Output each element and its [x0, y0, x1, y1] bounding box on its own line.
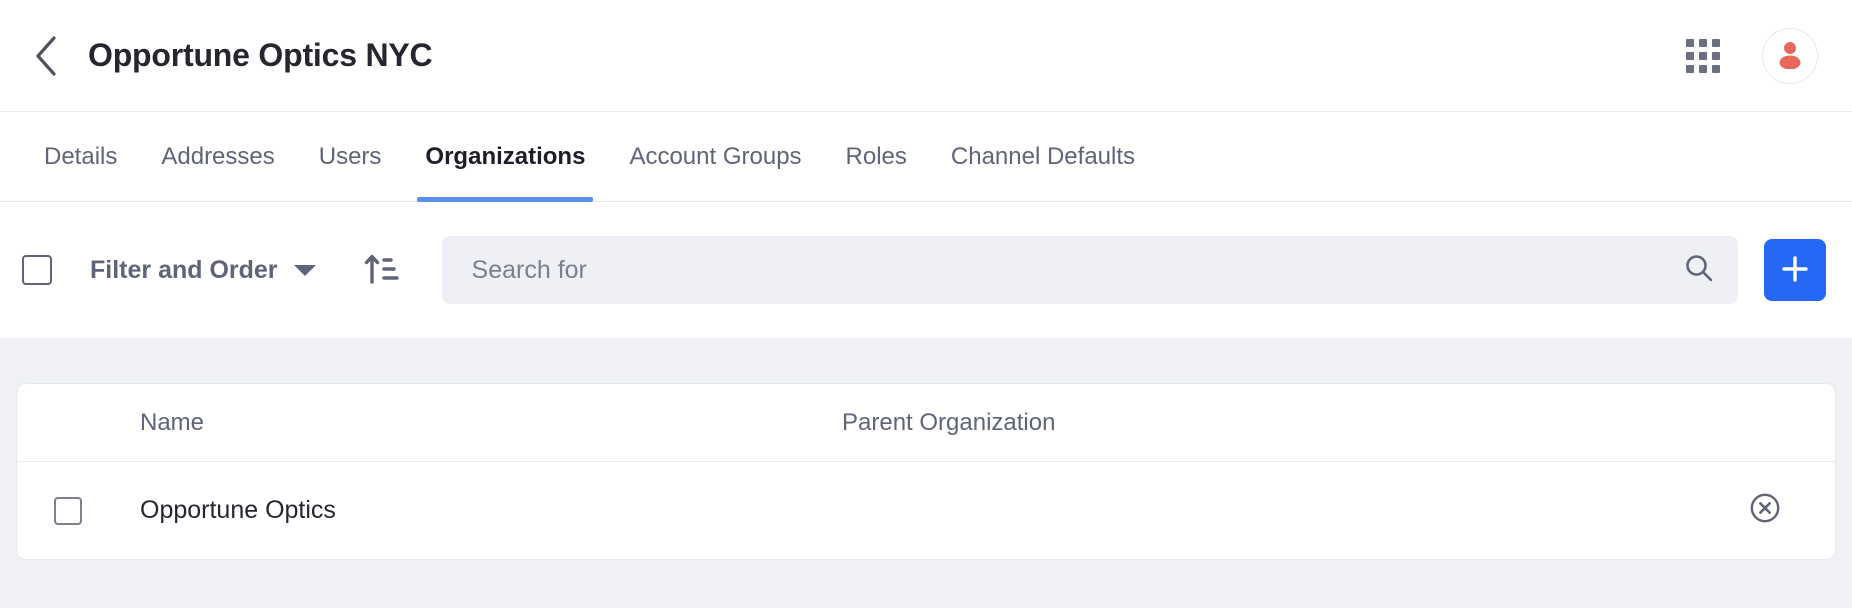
filter-and-order-label: Filter and Order [90, 255, 278, 284]
list-toolbar: Filter and Order [0, 202, 1852, 338]
search-input[interactable] [441, 236, 1738, 304]
tab-label: Account Groups [629, 142, 802, 170]
tab-addresses[interactable]: Addresses [139, 112, 296, 202]
apps-grid-icon[interactable] [1686, 38, 1720, 73]
tab-label: Roles [845, 142, 907, 170]
add-organization-button[interactable] [1764, 239, 1826, 301]
column-header-parent-organization: Parent Organization [842, 408, 1056, 436]
tab-roles[interactable]: Roles [824, 112, 929, 202]
tab-channel-defaults[interactable]: Channel Defaults [929, 112, 1157, 202]
user-avatar-icon [1774, 37, 1806, 74]
apps-grid-dot [1712, 64, 1720, 73]
apps-grid-dot [1686, 51, 1694, 60]
cell-name: Opportune Optics [140, 496, 336, 524]
tab-label: Details [44, 142, 118, 170]
tab-label: Addresses [161, 142, 275, 170]
table-header-row: Name Parent Organization [17, 384, 1835, 462]
search-icon [1683, 252, 1715, 289]
tab-bar: Details Addresses Users Organizations Ac… [0, 112, 1852, 202]
tab-label: Organizations [425, 142, 586, 170]
avatar[interactable] [1762, 27, 1818, 84]
apps-grid-dot [1712, 38, 1720, 47]
organizations-page: Opportune Optics NYC Details Addresses U… [0, 0, 1852, 608]
content-area: Name Parent Organization Opportune Optic… [0, 338, 1852, 608]
apps-grid-dot [1699, 51, 1707, 60]
apps-grid-dot [1699, 38, 1707, 47]
circle-close-icon [1748, 491, 1782, 530]
apps-grid-dot [1712, 51, 1720, 60]
tab-account-groups[interactable]: Account Groups [607, 112, 823, 202]
table-row[interactable]: Opportune Optics [17, 462, 1835, 559]
remove-organization-button[interactable] [1745, 491, 1785, 531]
back-button[interactable] [18, 28, 74, 84]
tab-organizations[interactable]: Organizations [403, 112, 607, 202]
page-title: Opportune Optics NYC [88, 37, 433, 73]
chevron-left-icon [33, 35, 59, 77]
search-button[interactable] [1682, 253, 1716, 287]
column-header-name: Name [140, 408, 205, 436]
apps-grid-dot [1699, 64, 1707, 73]
sort-ascending-icon [362, 249, 400, 292]
apps-grid-dot [1686, 64, 1694, 73]
tab-label: Users [318, 142, 382, 170]
sort-ascending-button[interactable] [358, 247, 404, 293]
chevron-down-icon [293, 264, 316, 276]
tab-label: Channel Defaults [950, 142, 1136, 170]
row-select-checkbox[interactable] [54, 496, 82, 525]
search-field [441, 236, 1738, 304]
tab-details[interactable]: Details [22, 112, 139, 202]
tab-users[interactable]: Users [297, 112, 404, 202]
plus-icon [1779, 253, 1811, 288]
apps-grid-dot [1686, 38, 1694, 47]
select-all-checkbox[interactable] [22, 255, 52, 285]
page-header: Opportune Optics NYC [0, 0, 1852, 112]
organizations-table-card: Name Parent Organization Opportune Optic… [16, 383, 1836, 560]
filter-and-order-dropdown[interactable]: Filter and Order [90, 256, 316, 285]
